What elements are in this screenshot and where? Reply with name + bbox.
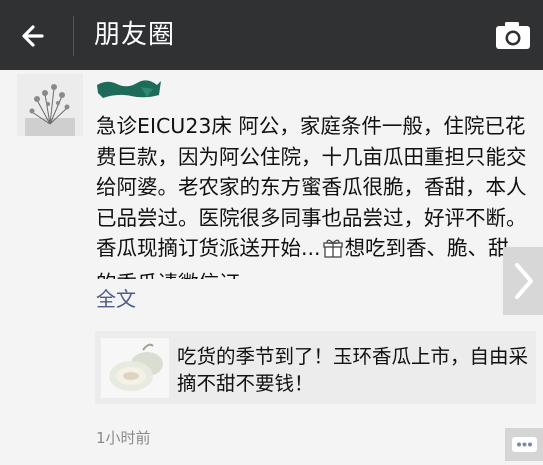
gift-icon	[322, 237, 344, 268]
top-nav-bar: 朋友圈	[0, 0, 543, 70]
back-button[interactable]	[14, 14, 58, 58]
melon-thumbnail	[101, 338, 169, 398]
full-text-link[interactable]: 全文	[96, 285, 136, 313]
next-arrow-button[interactable]	[503, 247, 543, 315]
chevron-right-icon	[515, 263, 533, 299]
avatar[interactable]	[17, 74, 83, 136]
post-text: 急诊EICU23床 阿公，家庭条件一般，住院已花费巨款，因为阿公住院，十几亩瓜田…	[96, 111, 528, 279]
back-arrow-icon	[22, 25, 44, 47]
comment-button[interactable]	[505, 428, 543, 461]
post-timestamp: 1小时前	[96, 429, 151, 447]
shared-link-card[interactable]: 吃货的季节到了！玉环香瓜上市，自由采摘不甜不要钱！	[95, 331, 536, 404]
page-title: 朋友圈	[94, 20, 176, 50]
username-redacted[interactable]	[95, 77, 165, 103]
link-thumbnail	[101, 338, 169, 398]
comment-icon	[512, 437, 537, 452]
header-divider	[73, 16, 74, 56]
link-title: 吃货的季节到了！玉环香瓜上市，自由采摘不甜不要钱！	[177, 345, 529, 395]
camera-icon	[496, 22, 530, 49]
camera-button[interactable]	[491, 14, 535, 58]
